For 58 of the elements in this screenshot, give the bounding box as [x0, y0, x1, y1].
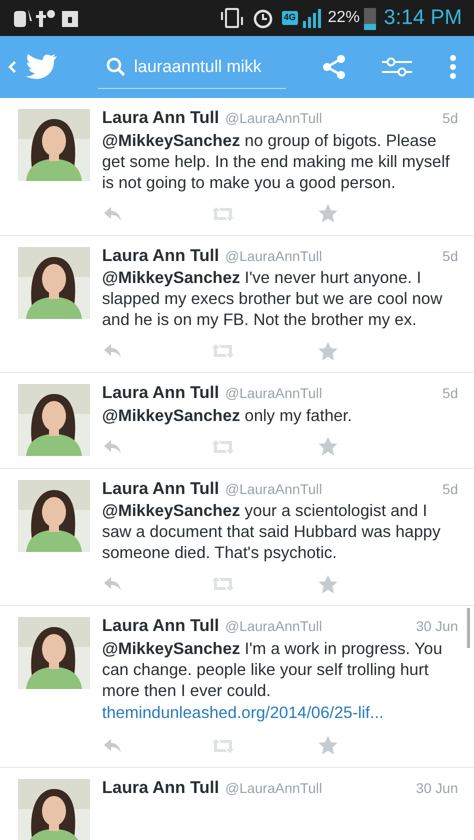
tweet-text: @MikkeySanchez no group of bigots. Please get some help. In the end making me kill myself is not going to make you a good person. — [102, 130, 451, 194]
author-handle: @LauraAnnTull — [225, 109, 322, 128]
tweet[interactable]: Laura Ann Tull @LauraAnnTull 5d @MikkeySanchez only my father. — [0, 373, 474, 468]
phone-vibrate-icon — [220, 7, 244, 29]
retweet-icon[interactable] — [212, 344, 234, 358]
reply-icon[interactable] — [104, 206, 122, 220]
reply-icon[interactable] — [104, 344, 122, 358]
tweet-time: 5d — [442, 246, 458, 266]
star-icon[interactable] — [318, 574, 338, 594]
reply-icon[interactable] — [104, 577, 122, 591]
tweet-time: 5d — [442, 384, 458, 403]
tweet[interactable]: Laura Ann Tull @LauraAnnTull 5d @MikkeySanchez I've never hurt anyone. I slapped my execs brother but we are cool now and he is on my FB. Not the brother my ex. — [0, 236, 474, 373]
tweet-text: @MikkeySanchez I'm a work in progress. You can change. people like your self trolling hurt more then I ever could. — [102, 638, 444, 702]
author-name: Laura Ann Tull — [102, 107, 220, 129]
tweet[interactable]: Laura Ann Tull @LauraAnnTull 30 Jun @MikkeySanchez I'm a work in progress. You can change. people like your self trolling hurt more then I ever could. themindunleashed.org/2014/06/25-lif... — [0, 606, 474, 768]
battery-icon — [364, 6, 376, 30]
more-icon[interactable] — [450, 55, 456, 79]
network-type: 4G — [282, 11, 298, 25]
tweet-text: @MikkeySanchez only my father. — [102, 406, 353, 426]
reply-icon[interactable] — [104, 738, 122, 752]
tweet-time: 30 Jun — [416, 778, 458, 798]
back-icon[interactable] — [8, 61, 16, 73]
filter-icon[interactable] — [382, 56, 412, 78]
tweet-text: @MikkeySanchez I've never hurt anyone. I slapped my execs brother but we are cool now and he is on my FB. Not the brother my ex. — [102, 268, 444, 331]
search-icon — [106, 56, 126, 76]
retweet-icon[interactable] — [212, 738, 234, 752]
author-name: Laura Ann Tull — [102, 478, 220, 500]
tweet-text: @MikkeySanchez your a scientologist and I saw a document that said Hubbard was happy someone died. That's psychotic. — [102, 501, 442, 564]
retweet-icon[interactable] — [212, 577, 234, 591]
battery-percent: 22% — [328, 8, 360, 28]
tweet-time: 5d — [442, 109, 458, 128]
reply-icon[interactable] — [104, 440, 122, 454]
retweet-icon[interactable] — [212, 206, 234, 220]
author-name: Laura Ann Tull — [102, 382, 220, 404]
tweet[interactable]: Laura Ann Tull @LauraAnnTull 5d @MikkeySanchez no group of bigots. Please get some help. In the end making me kill myself is not going to make you a good person. — [0, 98, 474, 236]
tweet-time: 5d — [442, 480, 458, 498]
author-name: Laura Ann Tull — [102, 615, 220, 637]
star-icon[interactable] — [318, 437, 338, 456]
star-icon[interactable] — [318, 342, 338, 360]
author-handle: @LauraAnnTull — [225, 246, 322, 266]
retweet-icon[interactable] — [212, 440, 234, 454]
author-handle: @LauraAnnTull — [225, 778, 322, 798]
star-icon[interactable] — [318, 736, 338, 755]
author-handle: @LauraAnnTull — [225, 480, 322, 498]
author-handle: @LauraAnnTull — [225, 384, 322, 403]
author-name: Laura Ann Tull — [102, 776, 220, 798]
signal-icon — [302, 7, 324, 29]
tweet-time: 30 Jun — [416, 617, 458, 636]
alarm-icon — [252, 7, 274, 29]
bird-logo-icon[interactable] — [24, 53, 58, 81]
star-icon[interactable] — [318, 204, 338, 223]
tweet-link[interactable]: themindunleashed.org/2014/06/25-lif... — [102, 704, 384, 722]
share-icon[interactable] — [322, 55, 346, 79]
author-name: Laura Ann Tull — [102, 244, 220, 266]
tweet[interactable]: Laura Ann Tull @LauraAnnTull 30 Jun — [0, 768, 474, 840]
author-handle: @LauraAnnTull — [225, 617, 322, 636]
clock: 3:14 PM — [384, 5, 462, 32]
tweet[interactable]: Laura Ann Tull @LauraAnnTull 5d @MikkeySanchez your a scientologist and I saw a document that said Hubbard was happy someone died. That's psychotic. — [0, 468, 474, 606]
